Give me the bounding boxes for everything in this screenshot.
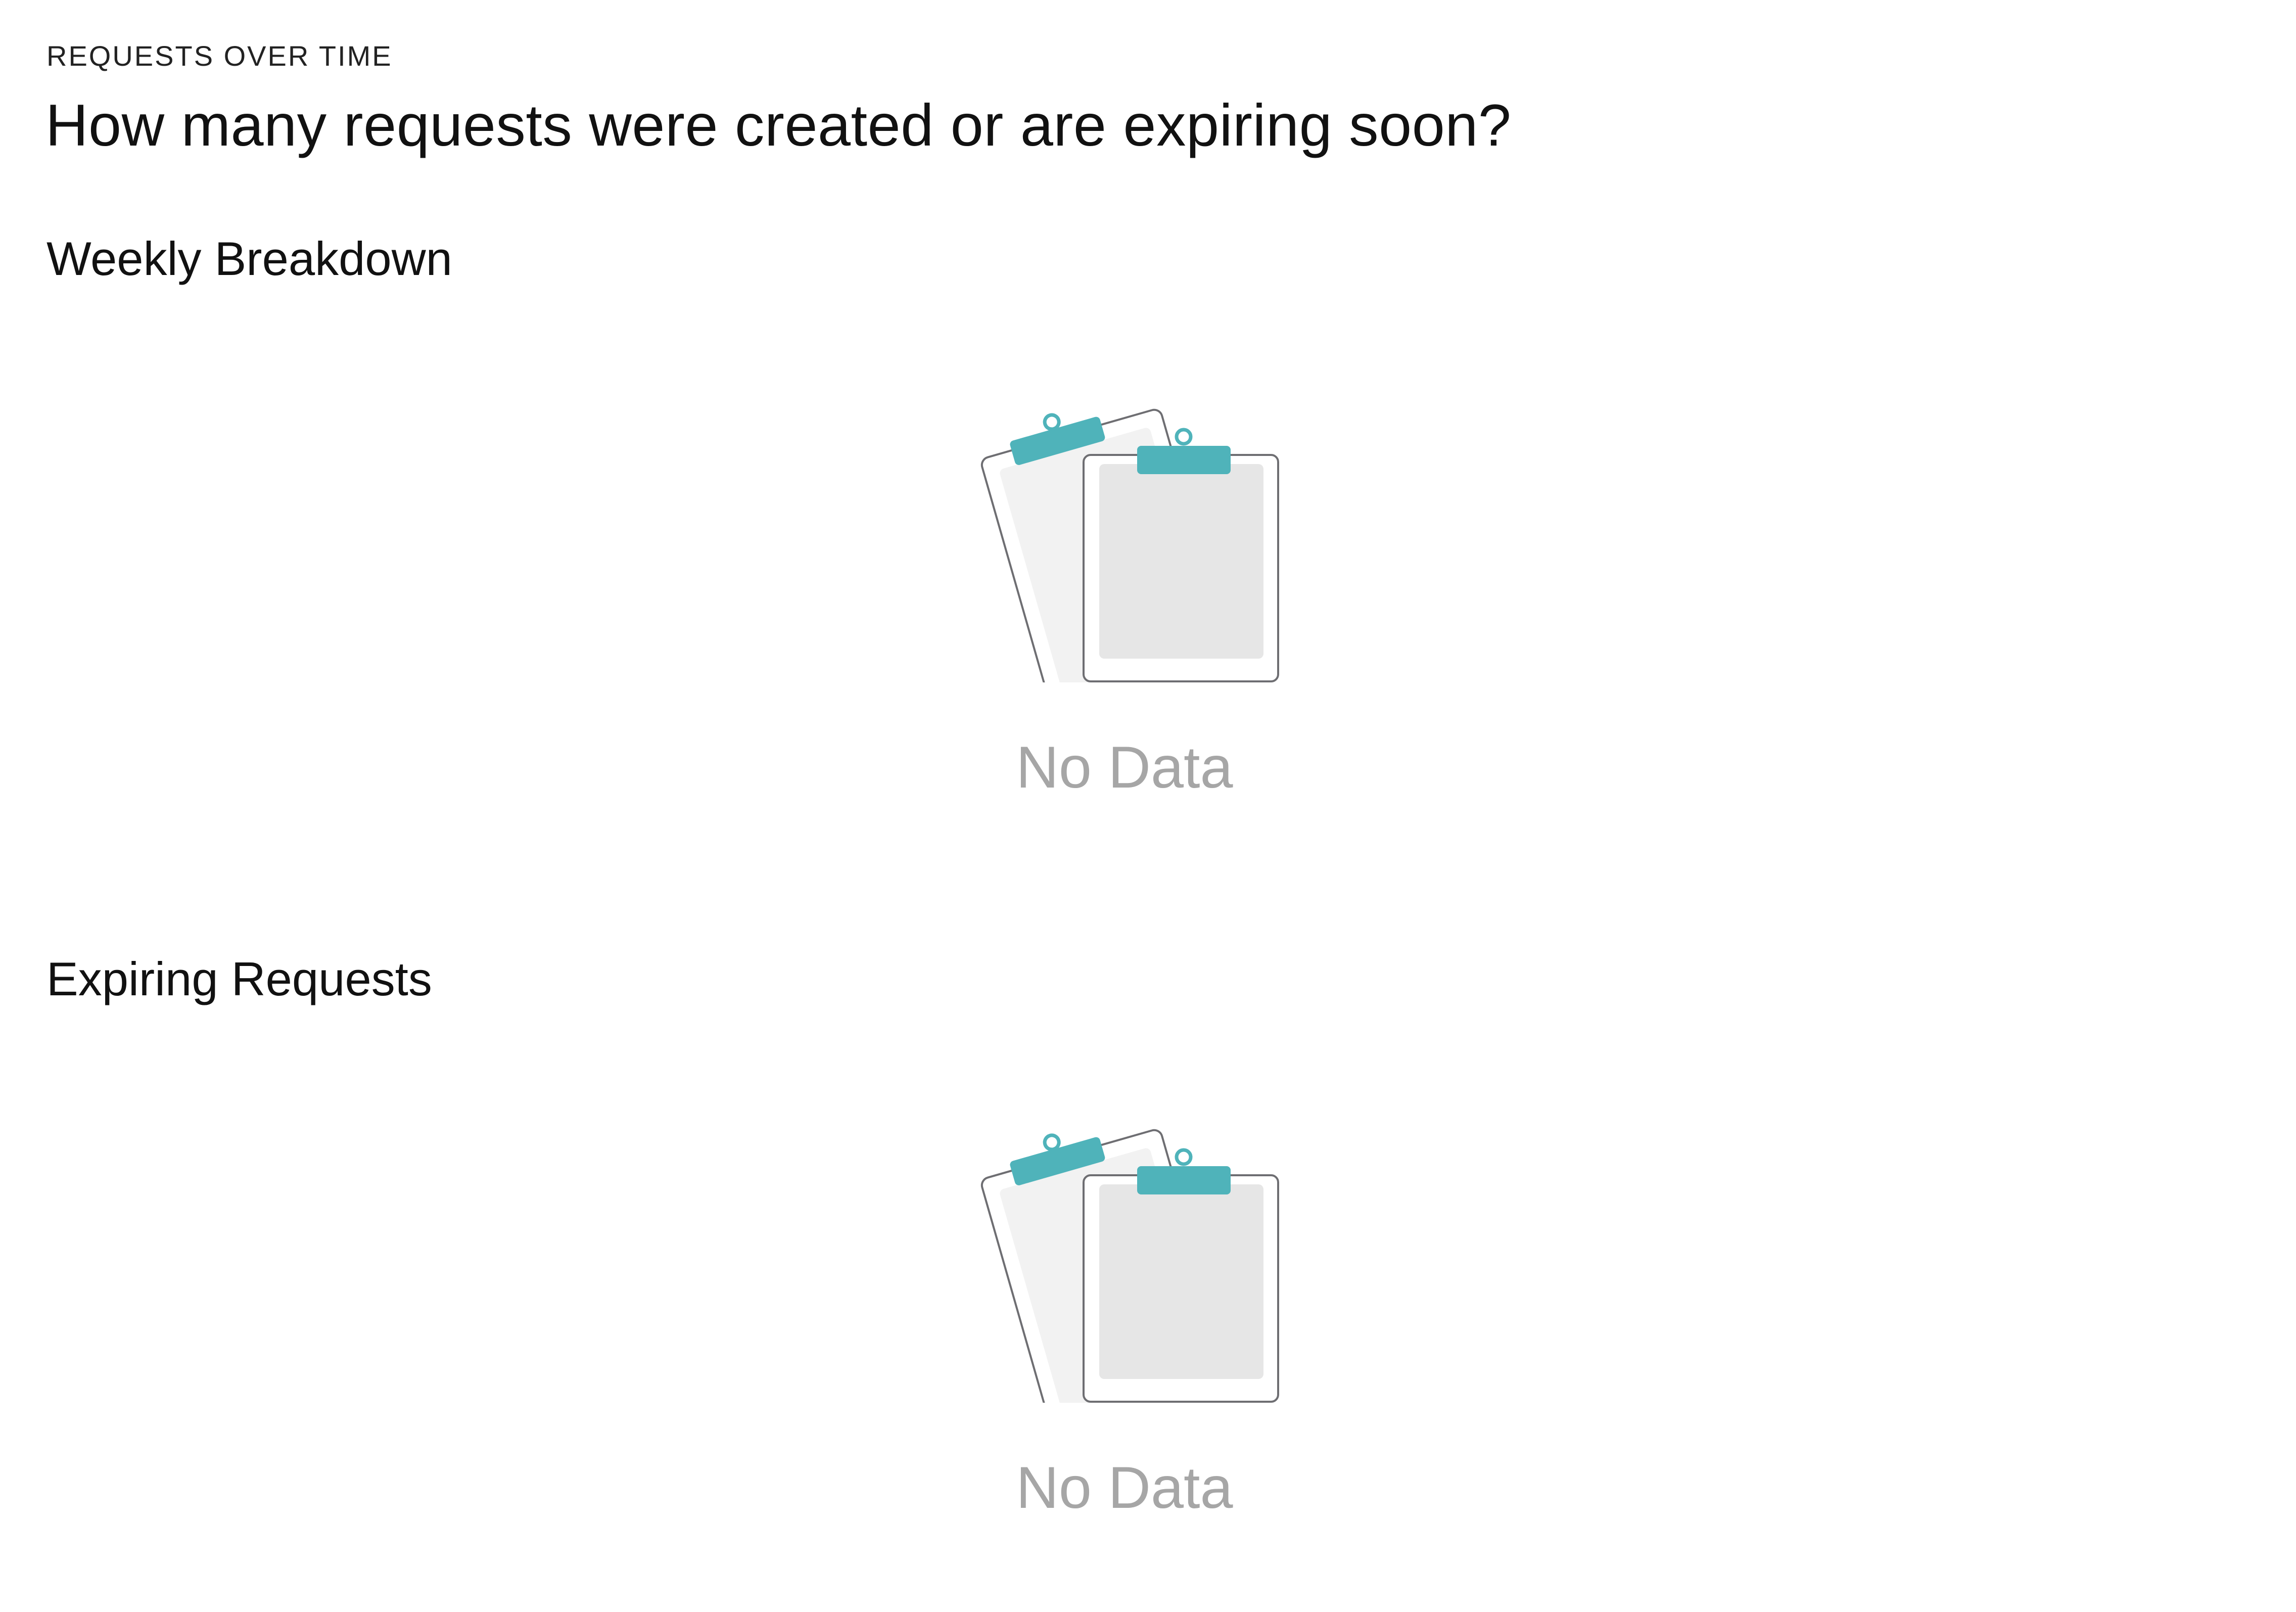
section-eyebrow: REQUESTS OVER TIME [46,40,393,72]
no-data-label: No Data [1016,734,1233,800]
empty-clipboards-icon [980,408,1279,682]
page-title: How many requests were created or are ex… [45,92,1512,158]
weekly-breakdown-title: Weekly Breakdown [46,232,452,285]
requests-over-time-panel: REQUESTS OVER TIME How many requests wer… [0,0,2296,1612]
empty-clipboards-icon [980,1129,1279,1403]
expiring-requests-title: Expiring Requests [46,952,432,1005]
no-data-label: No Data [1016,1454,1233,1521]
